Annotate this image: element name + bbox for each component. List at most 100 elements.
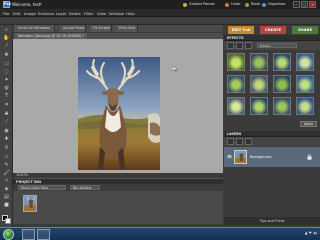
window-title: Welcome, test bbox=[12, 2, 41, 7]
background-color-swatch[interactable] bbox=[5, 218, 11, 224]
scroll-all-windows-button[interactable]: Scroll All Windows bbox=[15, 25, 55, 32]
guided-panels-label: Guided Panels bbox=[189, 2, 215, 6]
eraser-tool-icon[interactable]: ▱ bbox=[2, 154, 11, 161]
undo-icon bbox=[225, 2, 229, 7]
layers-title: LAYERS bbox=[227, 132, 242, 136]
photo-effects-icon[interactable] bbox=[245, 42, 252, 49]
effect-thumbnail[interactable] bbox=[250, 75, 268, 93]
zoom-tool-icon[interactable]: ⌕ bbox=[2, 27, 11, 34]
magic-wand-tool-icon[interactable]: ✦ bbox=[2, 77, 11, 84]
chevron-down-icon[interactable]: ▾ bbox=[40, 2, 42, 6]
undo-button[interactable]: Undo bbox=[225, 1, 240, 8]
app-window: Pse Welcome, test ▾ Guided Panels Undo R… bbox=[0, 0, 320, 240]
tab-create[interactable]: CREATE bbox=[260, 26, 286, 34]
title-bar: Pse Welcome, test ▾ Guided Panels Undo R… bbox=[0, 0, 320, 9]
project-bin-thumbnail[interactable] bbox=[23, 195, 37, 212]
panels-icon bbox=[183, 2, 187, 7]
system-tray: ▲ ⚑ ◄) bbox=[304, 231, 317, 235]
menu-layer[interactable]: Layer bbox=[56, 11, 67, 16]
effect-thumbnail[interactable] bbox=[227, 53, 245, 71]
tab-share[interactable]: SHARE bbox=[292, 26, 318, 34]
undo-label: Undo bbox=[231, 2, 241, 6]
redo-button[interactable]: Redo bbox=[245, 1, 260, 8]
adjustment-layer-icon[interactable] bbox=[236, 138, 243, 145]
eye-icon[interactable] bbox=[227, 154, 232, 159]
panel-bin: EFFECTS Artistic Apply LAYERS Background… bbox=[224, 35, 320, 227]
effects-grid bbox=[227, 53, 317, 117]
layer-thumbnail bbox=[234, 150, 247, 164]
lock-icon bbox=[307, 154, 312, 160]
cursor-arrow-icon bbox=[173, 66, 178, 72]
start-button[interactable] bbox=[3, 229, 14, 240]
close-button[interactable]: × bbox=[309, 1, 316, 8]
brush-tool-icon[interactable]: 🖌 bbox=[2, 170, 11, 177]
red-eye-tool-icon[interactable]: ◉ bbox=[2, 128, 11, 135]
show-files-dropdown[interactable]: Show Open Files bbox=[18, 185, 66, 190]
apply-button[interactable]: Apply bbox=[300, 121, 317, 127]
delete-layer-icon[interactable] bbox=[245, 138, 252, 145]
menu-filter[interactable]: Filter bbox=[84, 11, 93, 16]
tips-label: Tips and Tricks bbox=[259, 219, 285, 223]
redo-icon bbox=[245, 2, 249, 7]
organizer-button[interactable]: Organizer bbox=[262, 1, 286, 8]
minimize-button[interactable]: – bbox=[293, 1, 300, 8]
selection-brush-tool-icon[interactable]: ◍ bbox=[2, 85, 11, 92]
effect-thumbnail[interactable] bbox=[250, 53, 268, 71]
menu-image[interactable]: Image bbox=[24, 11, 36, 16]
layer-row-background[interactable]: Background bbox=[224, 147, 320, 167]
effect-thumbnail[interactable] bbox=[273, 53, 291, 71]
menu-edit[interactable]: Edit bbox=[13, 11, 20, 16]
clone-stamp-tool-icon[interactable]: ⚲ bbox=[2, 145, 11, 152]
effect-thumbnail[interactable] bbox=[273, 97, 291, 115]
guided-panels-button[interactable]: Guided Panels bbox=[183, 1, 215, 8]
lasso-tool-icon[interactable]: ◌ bbox=[2, 69, 11, 76]
bin-actions-dropdown[interactable]: Bin Actions bbox=[70, 185, 100, 190]
menu-enhance[interactable]: Enhance bbox=[38, 11, 54, 16]
print-size-button[interactable]: Print Size bbox=[116, 25, 138, 32]
type-tool-icon[interactable]: T bbox=[2, 93, 11, 100]
effect-thumbnail[interactable] bbox=[250, 97, 268, 115]
crop-tool-icon[interactable]: ⌗ bbox=[2, 102, 11, 109]
menu-window[interactable]: Window bbox=[109, 11, 124, 16]
layer-styles-icon[interactable] bbox=[236, 42, 243, 49]
effects-toolbar: Artistic bbox=[224, 41, 320, 50]
filters-icon[interactable] bbox=[227, 42, 234, 49]
tab-edit-full[interactable]: EDIT Full bbox=[228, 26, 254, 34]
effect-thumbnail[interactable] bbox=[273, 75, 291, 93]
eyedropper-tool-icon[interactable]: ⁄ bbox=[2, 43, 11, 50]
actual-pixels-button[interactable]: Actual Pixels bbox=[60, 25, 86, 32]
menu-select[interactable]: Select bbox=[69, 11, 81, 16]
effect-thumbnail[interactable] bbox=[296, 75, 314, 93]
menu-file[interactable]: File bbox=[3, 11, 9, 16]
maximize-button[interactable]: □ bbox=[301, 1, 308, 8]
smart-brush-tool-icon[interactable]: ✧ bbox=[2, 178, 11, 185]
taskbar-explorer-icon[interactable] bbox=[22, 229, 35, 240]
hand-tool-icon[interactable]: ✋ bbox=[2, 35, 11, 42]
effect-thumbnail[interactable] bbox=[227, 97, 245, 115]
effect-thumbnail[interactable] bbox=[296, 97, 314, 115]
marquee-tool-icon[interactable]: ▭ bbox=[2, 61, 11, 68]
menu-view[interactable]: View bbox=[97, 11, 106, 16]
cookie-cutter-tool-icon[interactable]: ♣ bbox=[2, 111, 11, 118]
tips-and-tricks[interactable]: Tips and Tricks bbox=[224, 217, 320, 225]
move-tool-icon[interactable]: ✥ bbox=[2, 52, 11, 59]
menu-bar: File Edit Image Enhance Layer Select Fil… bbox=[0, 9, 320, 17]
healing-brush-tool-icon[interactable]: ✚ bbox=[2, 136, 11, 143]
layer-name: Background bbox=[250, 155, 272, 159]
effect-thumbnail[interactable] bbox=[227, 75, 245, 93]
straighten-tool-icon[interactable]: ⟋ bbox=[2, 119, 11, 126]
effect-thumbnail[interactable] bbox=[296, 53, 314, 71]
project-bin-controls: Show Open Files Bin Actions bbox=[13, 184, 223, 191]
pencil-tool-icon[interactable]: ✎ bbox=[2, 162, 11, 169]
fit-screen-button[interactable]: Fit Screen bbox=[90, 25, 112, 32]
paint-bucket-tool-icon[interactable]: ◈ bbox=[2, 186, 11, 193]
reindeer-photo[interactable] bbox=[78, 57, 160, 170]
taskbar-photoshop-elements-icon[interactable] bbox=[37, 229, 50, 240]
new-layer-icon[interactable] bbox=[227, 138, 234, 145]
effects-category-dropdown[interactable]: Artistic bbox=[257, 43, 297, 48]
organizer-label: Organizer bbox=[268, 2, 286, 6]
gradient-tool-icon[interactable]: ▤ bbox=[2, 194, 11, 201]
menu-help[interactable]: Help bbox=[126, 11, 135, 16]
shape-tool-icon[interactable]: ■ bbox=[2, 202, 11, 209]
options-bar bbox=[0, 17, 320, 25]
